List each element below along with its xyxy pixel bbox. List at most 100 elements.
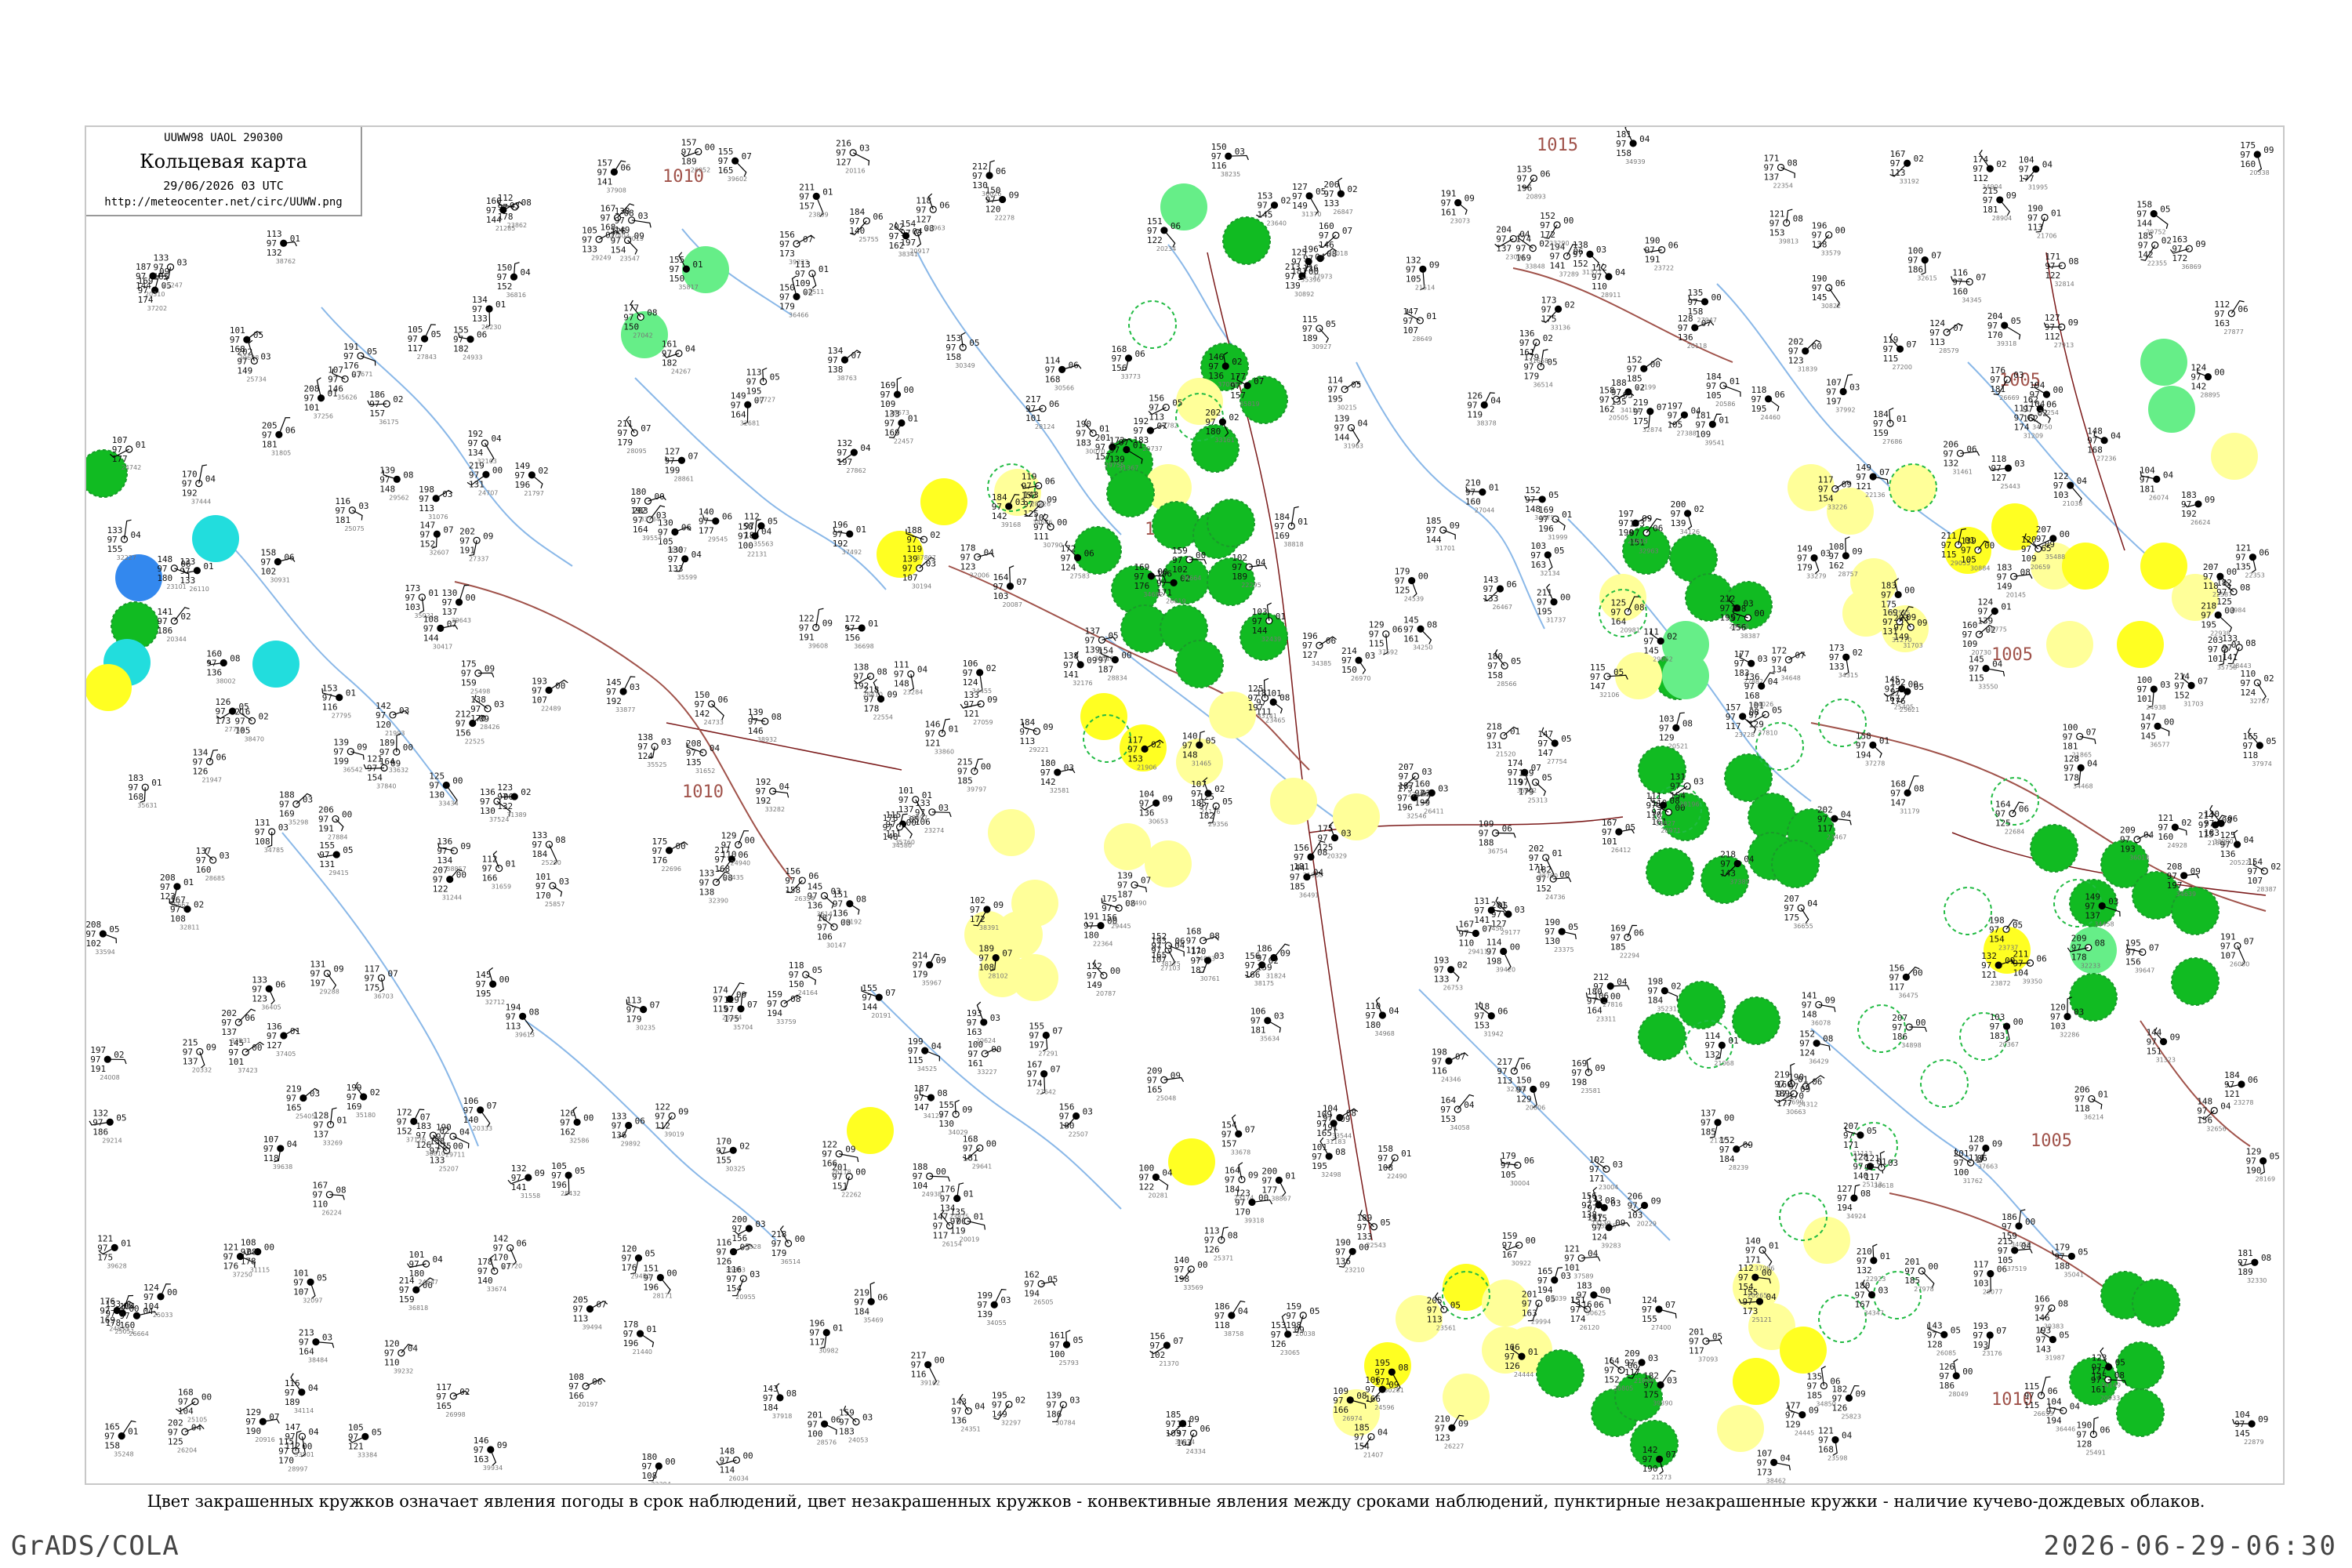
station-plot: 101971070532097 — [293, 1268, 327, 1304]
svg-text:25405: 25405 — [1894, 704, 1914, 711]
svg-text:23284: 23284 — [903, 689, 923, 696]
station-plot: 152971480534675 — [1524, 485, 1559, 521]
station-plot: 170971550230325 — [716, 1136, 750, 1172]
svg-text:136: 136 — [951, 1416, 967, 1426]
svg-text:135: 135 — [686, 757, 702, 768]
svg-text:04: 04 — [1780, 1453, 1791, 1463]
svg-text:36429: 36429 — [1809, 1058, 1828, 1065]
svg-text:177: 177 — [112, 454, 128, 464]
svg-text:160: 160 — [2240, 159, 2256, 169]
svg-text:21720: 21720 — [503, 1263, 522, 1270]
svg-text:06: 06 — [1326, 636, 1336, 646]
svg-text:07: 07 — [1051, 1065, 1061, 1075]
svg-text:35525: 35525 — [647, 761, 666, 768]
station-plot: 172971560136698 — [844, 614, 878, 650]
svg-text:00: 00 — [466, 593, 476, 603]
svg-text:03: 03 — [494, 699, 504, 710]
station-plot: 139971460838932 — [748, 707, 782, 743]
svg-text:104: 104 — [2013, 967, 2029, 978]
svg-text:35488: 35488 — [2045, 554, 2065, 561]
svg-text:127: 127 — [1302, 650, 1318, 660]
svg-text:26664: 26664 — [129, 1330, 148, 1338]
station-plot: 178971960121440 — [623, 1319, 657, 1356]
svg-text:00: 00 — [1928, 1261, 1938, 1272]
svg-text:03: 03 — [750, 1269, 760, 1279]
svg-text:150: 150 — [789, 979, 804, 989]
svg-text:140: 140 — [849, 226, 865, 236]
svg-text:02: 02 — [1914, 154, 1924, 164]
svg-text:27913: 27913 — [2054, 342, 2074, 349]
station-plot: 214971500326970 — [1341, 646, 1375, 682]
map-url[interactable]: http://meteocenter.net/circ/UUWW.png — [86, 196, 361, 209]
svg-text:170: 170 — [1987, 330, 2003, 340]
svg-text:120: 120 — [985, 204, 1001, 214]
svg-text:37289: 37289 — [1559, 271, 1579, 278]
svg-text:02: 02 — [1015, 1395, 1025, 1405]
station-plot: 218971310121520 — [1486, 721, 1520, 757]
svg-text:06: 06 — [1392, 625, 1403, 635]
svg-text:26227: 26227 — [1444, 1443, 1464, 1450]
svg-text:01: 01 — [151, 778, 162, 788]
weather-circle — [1803, 1217, 1850, 1264]
svg-text:28685: 28685 — [205, 875, 225, 882]
svg-text:00: 00 — [1197, 1260, 1207, 1270]
station-plot: 152971840928239 — [1719, 1135, 1753, 1171]
svg-text:23065: 23065 — [1280, 1349, 1300, 1356]
station-plot: 198971130331076 — [419, 485, 452, 521]
weather-circle — [1160, 183, 1207, 230]
weather-circle — [1536, 1349, 1584, 1398]
svg-text:00: 00 — [1762, 1268, 1772, 1278]
svg-text:36514: 36514 — [781, 1258, 800, 1265]
svg-text:114: 114 — [1969, 1153, 1984, 1163]
svg-text:02: 02 — [1214, 784, 1225, 794]
station-plot: 129971900528169 — [2246, 1147, 2280, 1183]
svg-text:146: 146 — [748, 726, 764, 736]
svg-text:28576: 28576 — [817, 1439, 837, 1446]
svg-text:38378: 38378 — [1476, 419, 1496, 426]
station-plot: 114971680630566 — [1045, 355, 1082, 391]
svg-text:07: 07 — [1254, 376, 1264, 387]
svg-text:26110: 26110 — [189, 586, 209, 593]
station-plot: 167971010526412 — [1602, 818, 1635, 854]
svg-text:06: 06 — [245, 1013, 255, 1023]
svg-text:09: 09 — [1855, 1388, 1865, 1399]
station-plot: 104971450922879 — [2232, 1410, 2268, 1446]
svg-text:08: 08 — [2114, 1370, 2125, 1381]
svg-text:123: 123 — [1435, 1432, 1450, 1443]
svg-text:03: 03 — [1341, 829, 1352, 839]
svg-text:06: 06 — [1775, 390, 1785, 400]
svg-text:101: 101 — [1025, 413, 1041, 423]
svg-text:28757: 28757 — [1838, 571, 1857, 578]
svg-text:162: 162 — [560, 1127, 575, 1137]
svg-text:125: 125 — [168, 1436, 183, 1446]
station-plot: 190971450630822 — [1812, 274, 1846, 310]
svg-text:37974: 37974 — [2252, 760, 2271, 768]
svg-text:145: 145 — [1643, 646, 1659, 656]
svg-text:00: 00 — [1110, 966, 1120, 976]
svg-text:171: 171 — [1589, 1174, 1605, 1184]
station-plot: 183971160030625 — [1577, 1281, 1611, 1317]
svg-text:103: 103 — [2053, 490, 2069, 500]
svg-text:03: 03 — [1421, 767, 1432, 777]
svg-text:26085: 26085 — [1936, 1349, 1956, 1356]
svg-text:02: 02 — [986, 663, 996, 673]
svg-text:26505: 26505 — [1033, 1298, 1053, 1305]
svg-text:09: 09 — [1388, 1380, 1399, 1390]
svg-text:117: 117 — [1726, 721, 1741, 731]
station-plot: 165971580135248 — [104, 1420, 138, 1458]
svg-text:136: 136 — [206, 667, 222, 677]
svg-text:08: 08 — [521, 198, 532, 208]
svg-text:197: 197 — [310, 978, 325, 988]
svg-text:35298: 35298 — [289, 819, 308, 826]
svg-text:130: 130 — [1544, 936, 1560, 946]
svg-text:03: 03 — [358, 501, 368, 511]
svg-text:121: 121 — [964, 709, 979, 719]
svg-text:39318: 39318 — [1244, 1217, 1264, 1224]
svg-text:07: 07 — [1665, 1300, 1675, 1310]
svg-text:179: 179 — [771, 1248, 787, 1258]
svg-text:08: 08 — [2240, 583, 2250, 593]
svg-text:04: 04 — [2042, 160, 2053, 170]
svg-text:112: 112 — [285, 1441, 300, 1451]
svg-text:149: 149 — [1893, 632, 1909, 642]
svg-text:24539: 24539 — [1404, 596, 1424, 603]
